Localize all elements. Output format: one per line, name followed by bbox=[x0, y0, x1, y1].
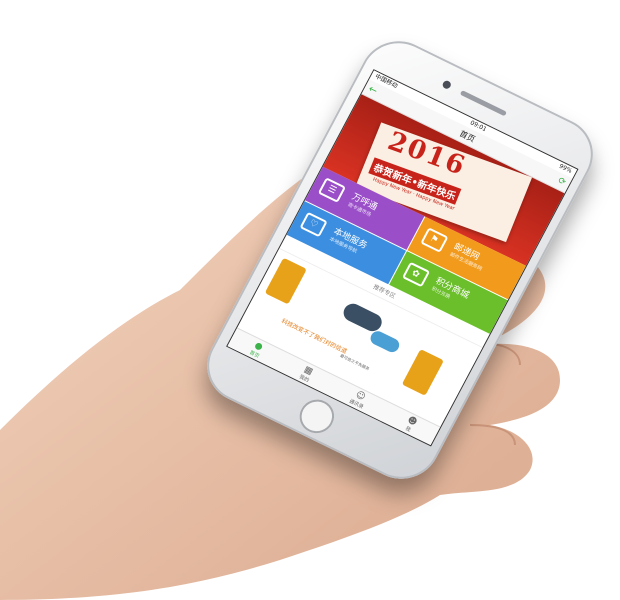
phone-body: 中国移动 09:01 99% ← 首页 ⟳ 2016 恭贺新年•新年快乐 Hap… bbox=[193, 28, 607, 492]
tab-label: 我 bbox=[404, 425, 412, 433]
camera-icon bbox=[441, 79, 453, 91]
back-arrow-icon[interactable]: ← bbox=[367, 83, 380, 96]
promo-slogan-secondary: 最可信之不失服务 bbox=[339, 352, 371, 372]
speaker-grille bbox=[459, 90, 508, 117]
tab-home[interactable]: ● 首页 bbox=[249, 340, 266, 359]
cloud-illustration bbox=[340, 300, 385, 335]
phone-illustration-left bbox=[264, 257, 307, 305]
gift-icon: ✿ bbox=[401, 261, 430, 288]
refresh-icon[interactable]: ⟳ bbox=[556, 176, 567, 188]
phone-screen: 中国移动 09:01 99% ← 首页 ⟳ 2016 恭贺新年•新年快乐 Hap… bbox=[226, 69, 579, 447]
cloud-illustration-small bbox=[368, 328, 402, 355]
shop-icon: ⚑ bbox=[419, 227, 449, 253]
home-button[interactable] bbox=[293, 393, 341, 439]
card-icon: ☰ bbox=[317, 177, 347, 203]
heart-icon: ♡ bbox=[299, 211, 328, 238]
tab-contacts[interactable]: ☺ 通讯录 bbox=[348, 388, 369, 409]
phone-illustration-right bbox=[401, 349, 444, 396]
tab-mine[interactable]: ▦ 我的 bbox=[298, 364, 315, 383]
phone-device: 中国移动 09:01 99% ← 首页 ⟳ 2016 恭贺新年•新年快乐 Hap… bbox=[0, 0, 620, 600]
tab-me[interactable]: ☻ 我 bbox=[402, 415, 418, 434]
promo-slogan: 科技改变不了我们对的信道 bbox=[280, 317, 349, 356]
